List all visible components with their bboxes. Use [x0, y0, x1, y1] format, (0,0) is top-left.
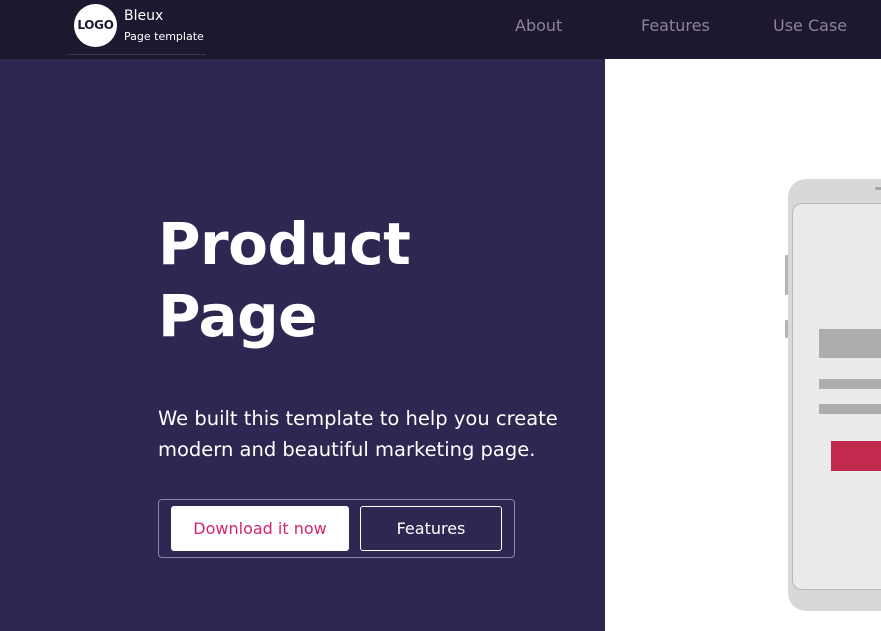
cta-button-group: Download it now Features	[158, 499, 515, 558]
phone-speaker	[875, 187, 881, 190]
hero-title-line-1: Product	[158, 210, 411, 278]
mockup-text-placeholder	[819, 379, 881, 389]
hero-subtitle-line-1: We built this template to help you creat…	[158, 407, 558, 430]
hero-subtitle-line-2: modern and beautiful marketing page.	[158, 438, 536, 461]
phone-mockup	[785, 179, 881, 611]
phone-screen	[792, 203, 881, 590]
mockup-button-placeholder	[831, 441, 881, 471]
logo: LOGO	[74, 4, 117, 47]
download-button[interactable]: Download it now	[171, 506, 349, 551]
top-navbar: LOGO Bleux Page template About Features …	[0, 0, 881, 59]
nav-link-about[interactable]: About	[515, 16, 562, 35]
hero-title-line-2: Page	[158, 282, 317, 350]
brand-tagline: Page template	[124, 30, 204, 43]
features-button[interactable]: Features	[360, 506, 502, 551]
hero-illustration-panel	[605, 59, 881, 631]
brand-name: Bleux	[124, 8, 164, 24]
phone-side-button	[785, 320, 788, 338]
brand[interactable]: LOGO Bleux Page template	[67, 0, 206, 55]
phone-volume-button	[785, 255, 788, 295]
hero-subtitle: We built this template to help you creat…	[158, 403, 598, 465]
mockup-text-placeholder	[819, 404, 881, 414]
hero-title: Product Page	[158, 208, 578, 352]
nav-link-features[interactable]: Features	[641, 16, 710, 35]
nav-link-use-case[interactable]: Use Case	[773, 16, 847, 35]
mockup-heading-placeholder	[819, 329, 881, 358]
